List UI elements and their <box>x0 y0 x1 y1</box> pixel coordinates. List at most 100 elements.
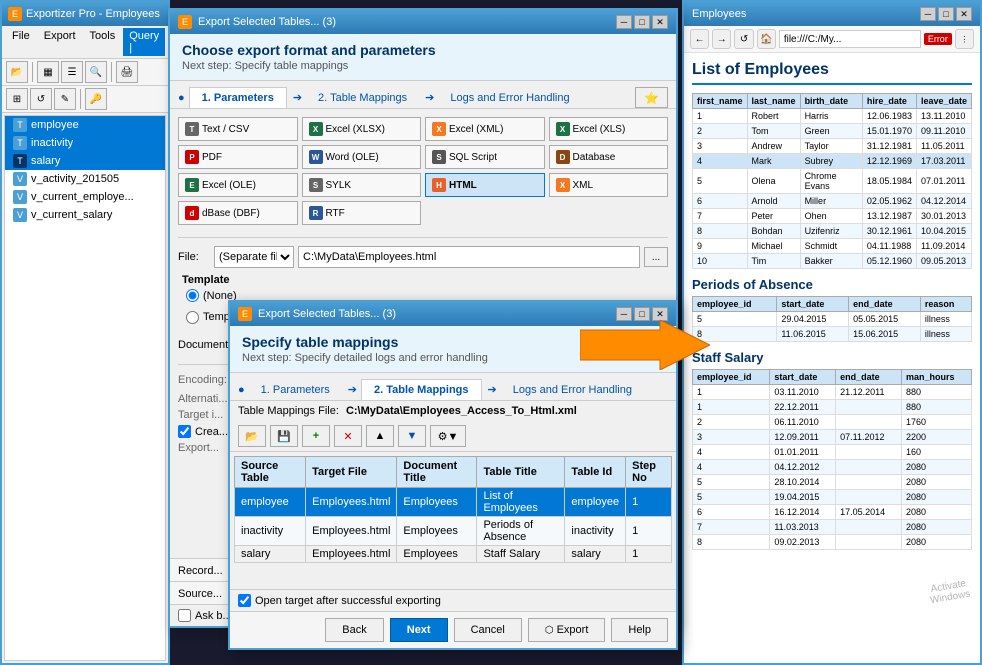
print-btn[interactable]: 🖨 <box>116 61 138 83</box>
mappings-dialog-controls: ─ □ ✕ <box>616 307 668 321</box>
mappings-up-btn[interactable]: ▲ <box>366 425 394 447</box>
mappings-more-btn[interactable]: ⚙▼ <box>430 425 466 447</box>
open-btn[interactable]: 📂 <box>6 61 28 83</box>
format-database[interactable]: D Database <box>549 145 669 169</box>
format-xml[interactable]: X XML <box>549 173 669 197</box>
tree-item-inactivity[interactable]: T inactivity <box>5 134 165 152</box>
mappings-maximize-btn[interactable]: □ <box>634 307 650 321</box>
menu-tools[interactable]: Tools <box>84 28 122 56</box>
mappings-next-btn[interactable]: Next <box>390 618 448 642</box>
create-checkbox[interactable] <box>178 425 191 438</box>
mapping-row-0-source: employee <box>235 488 306 517</box>
favorite-btn[interactable]: ⭐ <box>635 87 668 108</box>
format-pdf[interactable]: P PDF <box>178 145 298 169</box>
format-sylk[interactable]: S SYLK <box>302 173 422 197</box>
tree-item-v-activity[interactable]: V v_activity_201505 <box>5 170 165 188</box>
mapping-row-1[interactable]: inactivity Employees.html Employees Peri… <box>235 517 672 546</box>
format-excel-ole[interactable]: E Excel (OLE) <box>178 173 298 197</box>
browser-forward-btn[interactable]: → <box>712 29 731 49</box>
mappings-minimize-btn[interactable]: ─ <box>616 307 632 321</box>
mappings-open-target-checkbox[interactable] <box>238 594 251 607</box>
mappings-tab-parameters[interactable]: 1. Parameters <box>249 379 342 400</box>
sal-col-empid: employee_id <box>693 370 770 385</box>
format-rtf[interactable]: R RTF <box>302 201 422 225</box>
emp-row-5: 5OlenaChrome Evans18.05.198407.01.2011 <box>693 169 972 194</box>
format-text-csv[interactable]: T Text / CSV <box>178 117 298 141</box>
template-none-radio[interactable] <box>186 289 199 302</box>
browser-settings-btn[interactable]: ⋮ <box>955 29 974 49</box>
mappings-back-btn[interactable]: Back <box>325 618 383 642</box>
mappings-tab-table-mappings[interactable]: 2. Table Mappings <box>361 379 482 400</box>
mappings-delete-btn[interactable]: ✕ <box>334 425 362 447</box>
menu-query[interactable]: Query | <box>123 28 165 56</box>
app-icon: E <box>8 7 22 21</box>
tree-item-v-current-salary[interactable]: V v_current_salary <box>5 206 165 224</box>
mappings-tab-logs[interactable]: Logs and Error Handling <box>501 379 644 400</box>
format-word-ole[interactable]: W Word (OLE) <box>302 145 422 169</box>
tb2-btn4[interactable]: 🔑 <box>85 88 107 110</box>
menu-export[interactable]: Export <box>38 28 82 56</box>
abs-row-2: 811.06.201515.06.2015illness <box>693 327 972 342</box>
tb2-btn3[interactable]: ✎ <box>54 88 76 110</box>
target-label: Target i... <box>178 409 223 421</box>
browser-refresh-btn[interactable]: ↺ <box>734 29 753 49</box>
ole-icon: E <box>185 178 199 192</box>
error-badge[interactable]: Error <box>924 33 952 45</box>
template-file-radio[interactable] <box>186 311 199 324</box>
export-close-btn[interactable]: ✕ <box>652 15 668 29</box>
format-excel-xlsx[interactable]: X Excel (XLSX) <box>302 117 422 141</box>
section-divider-1 <box>178 237 668 238</box>
mappings-export-btn[interactable]: ⬡ Export <box>528 618 606 642</box>
ask-checkbox[interactable] <box>178 609 191 622</box>
tab-logs[interactable]: Logs and Error Handling <box>438 87 581 108</box>
mapping-row-2[interactable]: salary Employees.html Employees Staff Sa… <box>235 546 672 563</box>
format-sql[interactable]: S SQL Script <box>425 145 545 169</box>
format-dbase[interactable]: d dBase (DBF) <box>178 201 298 225</box>
mappings-down-btn[interactable]: ▼ <box>398 425 426 447</box>
col-target-file: Target File <box>306 457 397 488</box>
format-html[interactable]: H HTML <box>425 173 545 197</box>
url-bar[interactable] <box>779 30 921 48</box>
abs-row-1: 529.04.201505.05.2015illness <box>693 312 972 327</box>
tree-item-employee[interactable]: T employee <box>5 116 165 134</box>
file-combo[interactable]: One file (Separate files) <box>214 246 294 268</box>
tree-item-label-v-current-emp: v_current_employe... <box>31 191 134 203</box>
preview-close-btn[interactable]: ✕ <box>956 7 972 21</box>
preview-minimize-btn[interactable]: ─ <box>920 7 936 21</box>
sal-row-1: 103.11.201021.12.2011880 <box>693 385 972 400</box>
export-maximize-btn[interactable]: □ <box>634 15 650 29</box>
preview-maximize-btn[interactable]: □ <box>938 7 954 21</box>
file-browse-btn[interactable]: ... <box>644 247 668 267</box>
sal-col-start: start_date <box>770 370 836 385</box>
sal-row-3: 206.11.20101760 <box>693 415 972 430</box>
mappings-folder-btn[interactable]: 📂 <box>238 425 266 447</box>
html-icon: H <box>432 178 446 192</box>
export-minimize-btn[interactable]: ─ <box>616 15 632 29</box>
tab-parameters[interactable]: 1. Parameters <box>189 87 287 108</box>
tb2-btn2[interactable]: ↺ <box>30 88 52 110</box>
mappings-help-btn[interactable]: Help <box>611 618 668 642</box>
format-excel-xml[interactable]: X Excel (XML) <box>425 117 545 141</box>
mapping-row-0[interactable]: employee Employees.html Employees List o… <box>235 488 672 517</box>
mappings-add-btn[interactable]: + <box>302 425 330 447</box>
sal-row-6: 404.12.20122080 <box>693 460 972 475</box>
format-xml-label: XML <box>573 180 594 191</box>
query-btn[interactable]: 🔍 <box>85 61 107 83</box>
file-path-input[interactable]: C:\MyData\Employees.html <box>298 246 640 268</box>
tb2-btn1[interactable]: ⊞ <box>6 88 28 110</box>
menu-file[interactable]: File <box>6 28 36 56</box>
table-view-btn[interactable]: ☰ <box>61 61 83 83</box>
col-document-title: Document Title <box>397 457 477 488</box>
browser-back-btn[interactable]: ← <box>690 29 709 49</box>
browser-home-btn[interactable]: 🏠 <box>757 29 776 49</box>
mappings-cancel-btn[interactable]: Cancel <box>454 618 522 642</box>
format-excel-xls[interactable]: X Excel (XLS) <box>549 117 669 141</box>
create-label: Crea... <box>195 426 228 438</box>
tab-table-mappings[interactable]: 2. Table Mappings <box>306 87 419 108</box>
mappings-save-btn[interactable]: 💾 <box>270 425 298 447</box>
grid-view-btn[interactable]: ▦ <box>37 61 59 83</box>
tree-item-salary[interactable]: T salary <box>5 152 165 170</box>
sal-row-5: 401.01.2011160 <box>693 445 972 460</box>
tree-item-v-current-emp[interactable]: V v_current_employe... <box>5 188 165 206</box>
mappings-close-btn[interactable]: ✕ <box>652 307 668 321</box>
